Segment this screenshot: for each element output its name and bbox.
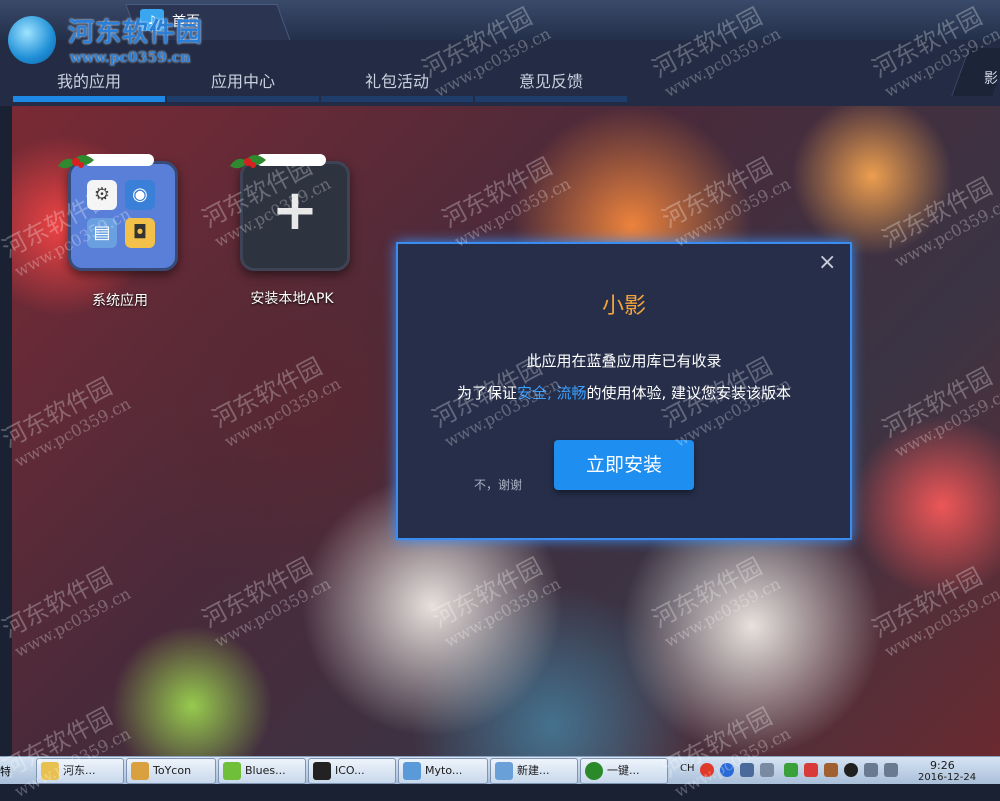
taskbar: 特 河东... ToYcon Blues... ICO... Myto... 新… (0, 756, 1000, 784)
ime-indicator[interactable]: CH (680, 763, 695, 774)
install-now-button[interactable]: 立即安装 (554, 440, 694, 490)
dialog-message-link: 安全, 流畅 (516, 384, 587, 402)
system-apps-label: 系统应用 (92, 293, 148, 309)
watermark-logo-icon (8, 16, 56, 64)
clock-time[interactable]: 9:26 (930, 759, 955, 772)
task-ico[interactable]: ICO... (308, 758, 396, 784)
tray-settings-icon[interactable] (740, 763, 754, 777)
install-dialog: × 小影 此应用在蓝叠应用库已有收录 为了保证安全, 流畅的使用体验, 建议您安… (396, 242, 852, 540)
camera-icon: ◘ (125, 218, 155, 248)
app-tab-right-label[interactable]: 影 (984, 68, 998, 88)
tab-indicator-app-center (167, 96, 319, 102)
tab-my-apps[interactable]: 我的应用 (13, 68, 165, 92)
decline-button[interactable]: 不，谢谢 (474, 476, 522, 493)
install-local-apk-label: 安装本地APK (250, 291, 334, 307)
tab-gift-events[interactable]: 礼包活动 (321, 68, 473, 92)
folder-icon (41, 762, 59, 780)
clock-date[interactable]: 2016-12-24 (918, 772, 976, 783)
box-icon (131, 762, 149, 780)
task-one-key[interactable]: 一键... (580, 758, 668, 784)
dialog-message-line2: 为了保证安全, 流畅的使用体验, 建议您安装该版本 (398, 382, 850, 403)
dialog-message-suffix: 的使用体验, 建议您安装该版本 (586, 384, 792, 402)
network-icon[interactable] (864, 763, 878, 777)
tray-app-icon[interactable] (824, 763, 838, 777)
watermark-logo: 河东软件园 www.pc0359.cn (4, 6, 204, 66)
dialog-title: 小影 (601, 294, 646, 319)
tray-arrow-icon[interactable] (760, 763, 774, 777)
close-icon[interactable]: × (818, 250, 836, 275)
volume-icon[interactable] (884, 763, 898, 777)
dialog-message-line1: 此应用在蓝叠应用库已有收录 (526, 352, 722, 370)
holly-icon (230, 155, 266, 169)
task-folder[interactable]: 河东... (36, 758, 124, 784)
antivirus-icon[interactable] (804, 763, 818, 777)
watermark-logo-url: www.pc0359.cn (70, 50, 191, 66)
holly-icon (58, 155, 94, 169)
folder-icon: ▤ (87, 218, 117, 248)
tab-indicator-feedback (475, 96, 627, 102)
task-toycon[interactable]: ToYcon (126, 758, 216, 784)
tab-app-center[interactable]: 应用中心 (167, 68, 319, 92)
dialog-message-prefix: 为了保证 (456, 384, 517, 402)
bluestacks-icon (223, 762, 241, 780)
watermark-logo-text: 河东软件园 (68, 18, 204, 48)
tab-indicator-my-apps (13, 96, 165, 102)
ico-icon (313, 762, 331, 780)
security-icon[interactable] (784, 763, 798, 777)
globe-icon: ◉ (125, 180, 155, 210)
document-icon (495, 762, 513, 780)
taskbar-left-fragment[interactable]: 特 (0, 763, 11, 779)
tab-indicator-gift-events (321, 96, 473, 102)
sogou-icon[interactable] (700, 763, 714, 777)
tool-icon (585, 762, 603, 780)
gear-icon: ⚙ (87, 180, 117, 210)
task-bluestacks[interactable]: Blues... (218, 758, 306, 784)
qq-icon[interactable] (844, 763, 858, 777)
plus-icon: + (271, 178, 319, 243)
help-icon[interactable] (720, 763, 734, 777)
tab-feedback[interactable]: 意见反馈 (475, 68, 627, 92)
task-myto[interactable]: Myto... (398, 758, 488, 784)
image-icon (403, 762, 421, 780)
task-new-doc[interactable]: 新建... (490, 758, 578, 784)
